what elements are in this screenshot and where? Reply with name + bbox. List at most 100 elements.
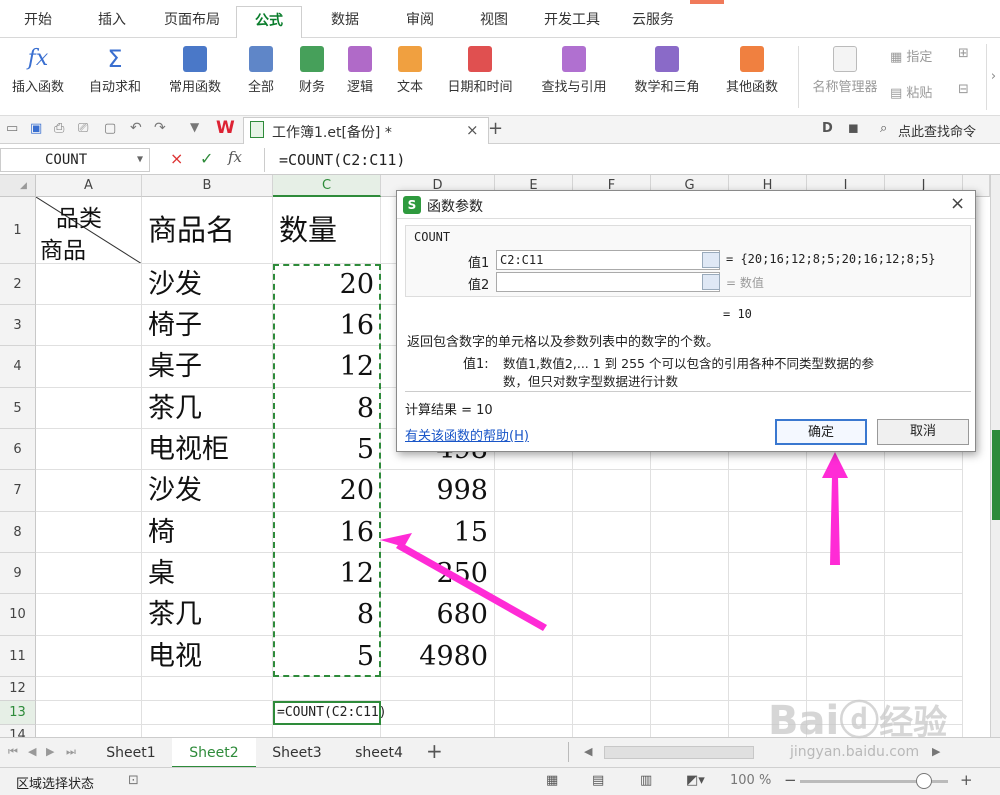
dropdown-icon[interactable]: ▼: [190, 120, 199, 134]
hscroll-right-icon[interactable]: ▶: [932, 745, 940, 758]
row-header[interactable]: 3: [0, 305, 36, 346]
prev-sheet-icon[interactable]: ◀: [28, 745, 36, 758]
empty-cell[interactable]: [495, 677, 573, 701]
menu-tab-start[interactable]: 开始: [8, 6, 68, 38]
bookmark-icon[interactable]: ◼: [848, 121, 859, 136]
col-header-a[interactable]: A: [36, 175, 142, 197]
row-header[interactable]: 2: [0, 264, 36, 305]
menu-tab-review[interactable]: 审阅: [388, 6, 452, 38]
menu-tab-insert[interactable]: 插入: [80, 6, 144, 38]
trace-icon[interactable]: ⊞: [958, 46, 969, 61]
empty-cell[interactable]: [381, 725, 495, 737]
empty-cell[interactable]: [573, 725, 651, 737]
empty-cell[interactable]: [36, 677, 142, 701]
arg1-collapse-icon[interactable]: [702, 252, 720, 268]
d-value-cell[interactable]: 4980: [381, 636, 495, 677]
product-name-cell[interactable]: 椅子: [142, 305, 273, 346]
normal-view-icon[interactable]: ▦: [546, 773, 558, 788]
product-name-cell[interactable]: 沙发: [142, 264, 273, 305]
empty-cell[interactable]: [495, 512, 573, 553]
menu-tab-page-layout[interactable]: 页面布局: [150, 6, 234, 38]
cell-a[interactable]: [36, 264, 142, 305]
next-sheet-icon[interactable]: ▶: [46, 745, 54, 758]
assign-button[interactable]: ▦ 指定: [890, 46, 932, 65]
zoom-out-icon[interactable]: −: [784, 771, 797, 789]
fx-formula-icon[interactable]: fx: [228, 148, 242, 166]
text-button[interactable]: 文本: [386, 42, 434, 112]
empty-cell[interactable]: [36, 725, 142, 737]
select-all-corner[interactable]: ◢: [0, 175, 36, 197]
product-name-cell[interactable]: 沙发: [142, 470, 273, 512]
arg2-input[interactable]: [496, 272, 720, 292]
cell-a1-diagonal-header[interactable]: 品类 商品: [36, 197, 142, 264]
empty-cell[interactable]: [495, 725, 573, 737]
autosum-button[interactable]: Σ 自动求和: [78, 42, 152, 112]
empty-cell[interactable]: [142, 701, 273, 725]
row-header[interactable]: 11: [0, 636, 36, 677]
d-value-cell[interactable]: 998: [381, 470, 495, 512]
common-functions-button[interactable]: 常用函数: [158, 42, 232, 112]
cell-a[interactable]: [36, 429, 142, 470]
sheet-tab-3[interactable]: Sheet3: [256, 738, 338, 768]
empty-cell[interactable]: [495, 594, 573, 636]
empty-cell[interactable]: [495, 636, 573, 677]
col-header-c[interactable]: C: [273, 175, 381, 197]
cell-a[interactable]: [36, 553, 142, 594]
empty-cell[interactable]: [495, 553, 573, 594]
cell-c13-formula[interactable]: =COUNT(C2:C11): [273, 701, 387, 725]
first-sheet-icon[interactable]: ⏮: [8, 745, 18, 759]
formula-input[interactable]: =COUNT(C2:C11): [264, 148, 1000, 172]
empty-cell[interactable]: [381, 677, 495, 701]
row-header[interactable]: 13: [0, 701, 36, 725]
math-button[interactable]: 数学和三角: [622, 42, 712, 112]
product-name-cell[interactable]: 电视: [142, 636, 273, 677]
empty-cell[interactable]: [807, 553, 885, 594]
arg1-input[interactable]: C2:C11: [496, 250, 720, 270]
row-header[interactable]: 8: [0, 512, 36, 553]
d-value-cell[interactable]: 15: [381, 512, 495, 553]
empty-cell[interactable]: [807, 594, 885, 636]
empty-cell[interactable]: [651, 725, 729, 737]
empty-cell[interactable]: [807, 636, 885, 677]
cell-a[interactable]: [36, 594, 142, 636]
empty-cell[interactable]: [885, 636, 963, 677]
menu-tab-developer[interactable]: 开发工具: [532, 6, 612, 38]
insert-function-button[interactable]: fx 插入函数: [4, 42, 72, 112]
menu-tab-view[interactable]: 视图: [462, 6, 526, 38]
empty-cell[interactable]: [573, 677, 651, 701]
empty-cell[interactable]: [142, 725, 273, 737]
finance-button[interactable]: 财务: [288, 42, 336, 112]
add-sheet-button[interactable]: +: [426, 739, 443, 763]
row-header[interactable]: 4: [0, 346, 36, 388]
cancel-formula-icon[interactable]: ×: [170, 149, 183, 168]
row-header[interactable]: 1: [0, 197, 36, 264]
confirm-formula-icon[interactable]: ✓: [200, 149, 213, 168]
cell-a[interactable]: [36, 470, 142, 512]
col-header-b[interactable]: B: [142, 175, 273, 197]
cell-a[interactable]: [36, 346, 142, 388]
cell-a[interactable]: [36, 305, 142, 346]
product-name-cell[interactable]: 桌子: [142, 346, 273, 388]
logic-button[interactable]: 逻辑: [336, 42, 384, 112]
row-header[interactable]: 14: [0, 725, 36, 737]
dialog-close-icon[interactable]: ×: [950, 193, 965, 214]
sheet-tab-2[interactable]: Sheet2: [172, 738, 256, 768]
paste-name-button[interactable]: ▤ 粘贴: [890, 82, 932, 101]
save-icon[interactable]: ▣: [30, 121, 42, 136]
menu-tab-data[interactable]: 数据: [312, 6, 378, 38]
empty-cell[interactable]: [573, 594, 651, 636]
row-header[interactable]: 10: [0, 594, 36, 636]
empty-cell[interactable]: [885, 512, 963, 553]
open-icon[interactable]: ▭: [6, 121, 18, 136]
new-tab-button[interactable]: +: [488, 118, 503, 139]
trace2-icon[interactable]: ⊟: [958, 82, 969, 97]
empty-cell[interactable]: [381, 701, 495, 725]
hscroll-thumb[interactable]: [604, 746, 754, 759]
empty-cell[interactable]: [495, 701, 573, 725]
empty-cell[interactable]: [651, 701, 729, 725]
name-box-dropdown-icon[interactable]: ▼: [137, 149, 143, 171]
sheet-tab-4[interactable]: sheet4: [338, 738, 420, 768]
empty-cell[interactable]: [651, 470, 729, 512]
cell-b1[interactable]: 商品名: [142, 197, 273, 264]
find-command-box[interactable]: 点此查找命令: [898, 121, 976, 140]
